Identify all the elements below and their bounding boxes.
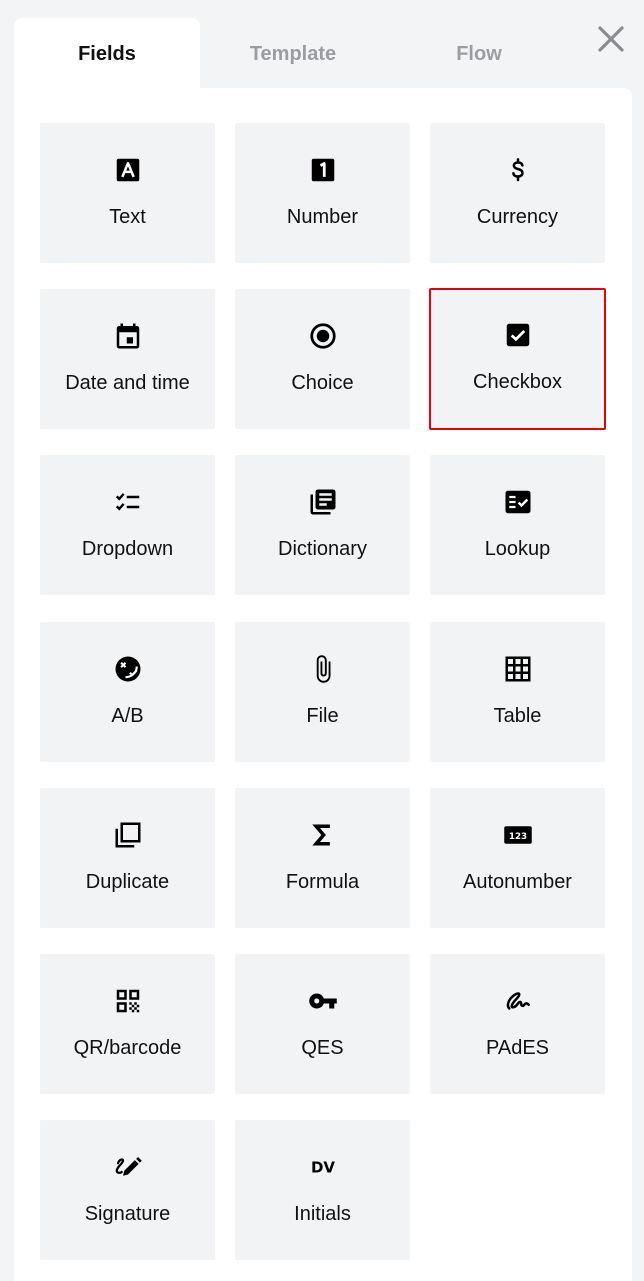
svg-text:123: 123 xyxy=(508,832,526,842)
field-label: Initials xyxy=(294,1203,351,1225)
field-tile-qes[interactable]: QES xyxy=(235,954,410,1094)
field-tile-number[interactable]: Number xyxy=(235,123,410,263)
field-label: Dropdown xyxy=(81,538,174,560)
copy-icon xyxy=(113,820,143,850)
field-label: Text xyxy=(109,206,146,228)
field-label: Table xyxy=(493,705,542,727)
field-label: Date and time xyxy=(65,372,190,394)
field-tile-signature[interactable]: Signature xyxy=(40,1120,215,1260)
number-icon xyxy=(308,155,338,185)
field-label: Choice xyxy=(291,372,354,394)
field-tile-choice[interactable]: Choice xyxy=(235,289,410,429)
field-tile-date-and-time[interactable]: Date and time xyxy=(40,289,215,429)
close-button[interactable] xyxy=(594,22,628,56)
fields-panel: Text Number Currency Date and time Choic… xyxy=(14,88,632,1281)
signature-scribble-icon xyxy=(503,986,533,1016)
field-tile-duplicate[interactable]: Duplicate xyxy=(40,788,215,928)
ab-face-icon xyxy=(113,654,143,684)
field-label: A/B xyxy=(111,705,144,727)
checkbox-icon xyxy=(503,320,533,350)
dollar-icon xyxy=(503,155,533,185)
tab-template[interactable]: Template xyxy=(200,18,386,90)
field-tile-pades[interactable]: PAdES xyxy=(430,954,605,1094)
field-tile-dropdown[interactable]: Dropdown xyxy=(40,455,215,595)
table-grid-icon xyxy=(503,654,533,684)
qr-code-icon xyxy=(113,986,143,1016)
field-tile-formula[interactable]: Formula xyxy=(235,788,410,928)
fact-check-icon xyxy=(503,487,533,517)
field-tile-initials[interactable]: DV Initials xyxy=(235,1120,410,1260)
key-icon xyxy=(308,986,338,1016)
field-tile-lookup[interactable]: Lookup xyxy=(430,455,605,595)
text-field-icon xyxy=(113,155,143,185)
field-label: Dictionary xyxy=(278,538,367,560)
field-label: Currency xyxy=(476,206,559,228)
close-icon xyxy=(598,26,624,52)
field-tile-table[interactable]: Table xyxy=(430,622,605,762)
field-label: PAdES xyxy=(486,1037,549,1059)
field-label: Checkbox xyxy=(473,371,562,393)
field-label: Duplicate xyxy=(85,871,170,893)
field-label: Formula xyxy=(285,871,360,893)
tab-flow[interactable]: Flow xyxy=(386,18,572,90)
field-tile-qr-barcode[interactable]: QR/barcode xyxy=(40,954,215,1094)
field-label: Number xyxy=(286,206,359,228)
field-label: Signature xyxy=(84,1203,171,1225)
initials-dv-icon: DV xyxy=(308,1152,338,1182)
field-tile-checkbox[interactable]: Checkbox xyxy=(429,288,606,430)
svg-text:DV: DV xyxy=(310,1159,334,1177)
field-tile-autonumber[interactable]: 123 Autonumber xyxy=(430,788,605,928)
autonumber-123-icon: 123 xyxy=(503,820,533,850)
checklist-icon xyxy=(113,487,143,517)
field-tile-text[interactable]: Text xyxy=(40,123,215,263)
field-label: QR/barcode xyxy=(73,1037,182,1059)
field-tile-file[interactable]: File xyxy=(235,622,410,762)
calendar-icon xyxy=(113,321,143,351)
field-tile-ab[interactable]: A/B xyxy=(40,622,215,762)
tab-bar: Fields Template Flow xyxy=(14,18,634,90)
field-tile-dictionary[interactable]: Dictionary xyxy=(235,455,410,595)
field-label: QES xyxy=(301,1037,344,1059)
sigma-icon xyxy=(308,820,338,850)
paperclip-icon xyxy=(308,654,338,684)
tab-fields[interactable]: Fields xyxy=(14,18,200,90)
library-books-icon xyxy=(308,487,338,517)
field-tile-currency[interactable]: Currency xyxy=(430,123,605,263)
radio-button-icon xyxy=(308,321,338,351)
field-label: File xyxy=(306,705,339,727)
field-label: Lookup xyxy=(484,538,551,560)
pen-signature-icon xyxy=(113,1152,143,1182)
field-label: Autonumber xyxy=(463,871,572,893)
